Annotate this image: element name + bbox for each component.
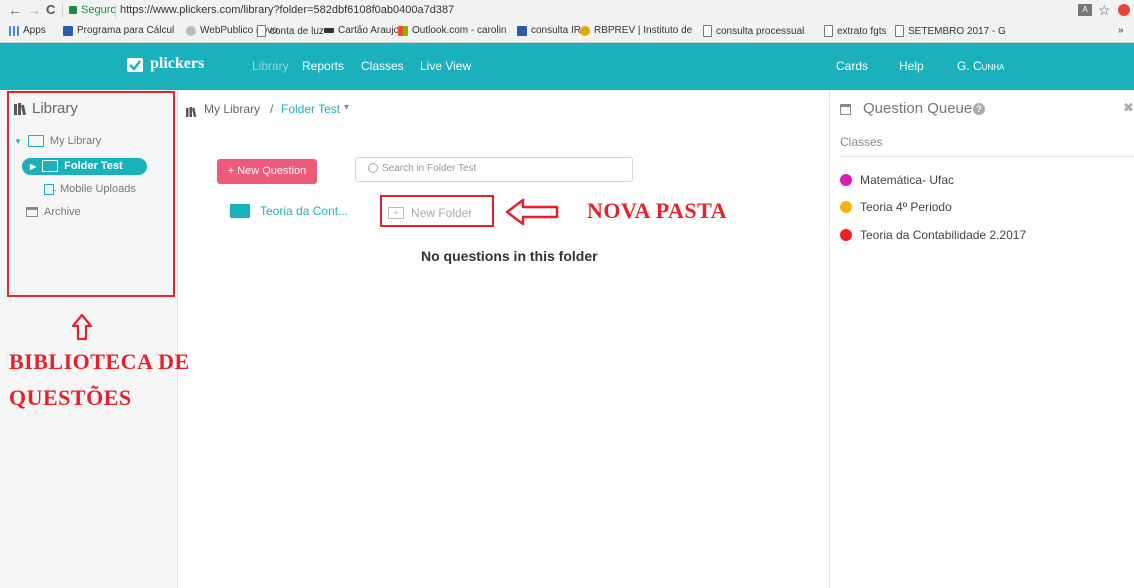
- bookmark-outlook[interactable]: Outlook.com - carolin: [398, 25, 506, 36]
- app-header: plickers Library Reports Classes Live Vi…: [0, 43, 1134, 90]
- site-favicon-icon: [580, 25, 590, 36]
- nav-classes[interactable]: Classes: [361, 59, 404, 73]
- url-field[interactable]: https://www.plickers.com/library?folder=…: [120, 4, 454, 16]
- secure-divider: [115, 4, 116, 17]
- help-icon[interactable]: ?: [973, 103, 985, 115]
- queue-section-title: Classes: [840, 135, 883, 149]
- breadcrumb-root[interactable]: My Library: [204, 102, 260, 116]
- page-icon: [703, 25, 712, 37]
- annotation-arrow-left-icon: [505, 198, 559, 226]
- browser-address-bar: ← → C Seguro https://www.plickers.com/li…: [0, 0, 1134, 23]
- question-queue-panel: Question Queue ? ✖ Classes Matemática- U…: [829, 90, 1134, 588]
- search-placeholder: Search in Folder Test: [382, 163, 477, 174]
- nav-library[interactable]: Library: [252, 59, 289, 73]
- bookmark-conta-de-luz[interactable]: conta de luz: [257, 25, 324, 37]
- nav-help[interactable]: Help: [899, 59, 924, 73]
- globe-icon: [186, 25, 196, 36]
- site-favicon-icon: [63, 25, 73, 36]
- empty-folder-message: No questions in this folder: [421, 248, 598, 264]
- bookmark-label: Programa para Cálcul: [77, 25, 175, 36]
- page-icon: [895, 25, 904, 37]
- bookmark-label: conta de luz: [270, 25, 324, 37]
- secure-label: Seguro: [81, 4, 117, 16]
- class-item[interactable]: Matemática- Ufac: [840, 173, 954, 187]
- library-main: My Library / Folder Test ▾ + New Questio…: [178, 90, 829, 588]
- class-color-dot: [840, 201, 852, 213]
- extension-icon[interactable]: [1118, 4, 1130, 16]
- bookmark-label: consulta IR: [531, 25, 582, 36]
- bookmark-setembro-2017[interactable]: SETEMBRO 2017 - G: [895, 25, 1006, 37]
- class-item[interactable]: Teoria 4º Periodo: [840, 200, 952, 214]
- lock-icon: [69, 6, 77, 14]
- bookmark-label: Apps: [23, 25, 46, 36]
- close-icon[interactable]: ✖: [1123, 100, 1134, 116]
- class-name: Matemática- Ufac: [860, 173, 955, 187]
- class-name: Teoria da Contabilidade 2.2017: [860, 228, 1027, 242]
- queue-divider: [840, 156, 1134, 157]
- breadcrumb-current[interactable]: Folder Test: [281, 102, 340, 116]
- class-item[interactable]: Teoria da Contabilidade 2.2017: [840, 228, 1026, 242]
- site-favicon-icon: [517, 25, 527, 36]
- class-color-dot: [840, 174, 852, 186]
- folder-name: Teoria da Cont...: [260, 204, 349, 218]
- microsoft-icon: [398, 25, 408, 36]
- bookmark-rbprev[interactable]: RBPREV | Instituto de: [580, 25, 692, 36]
- bookmark-consulta-processual[interactable]: consulta processual: [703, 25, 804, 37]
- chevron-down-icon[interactable]: ▾: [344, 102, 349, 113]
- bookmark-consulta-ir[interactable]: consulta IR: [517, 25, 581, 36]
- reload-icon[interactable]: C: [46, 2, 55, 17]
- library-highlight-box: [7, 91, 175, 297]
- annotation-biblioteca-line1: BIBLIOTECA DE: [9, 349, 190, 374]
- nav-reports[interactable]: Reports: [302, 59, 344, 73]
- annotation-arrow-up-icon: [71, 313, 93, 341]
- page-icon: [257, 25, 266, 37]
- bookmark-label: Outlook.com - carolin: [412, 25, 507, 36]
- bookmark-label: Cartão Araujo: [338, 25, 400, 36]
- bookmark-cartao-araujo[interactable]: Cartão Araujo: [324, 25, 399, 36]
- search-input[interactable]: Search in Folder Test: [355, 157, 633, 182]
- bookmark-label: consulta processual: [716, 25, 805, 37]
- nav-cards[interactable]: Cards: [836, 59, 868, 73]
- folder-item[interactable]: Teoria da Cont...: [230, 204, 348, 218]
- address-divider: [62, 4, 63, 18]
- new-folder-highlight-box: [380, 195, 494, 227]
- nav-live-view[interactable]: Live View: [420, 59, 471, 73]
- user-menu[interactable]: G. Cunha: [957, 59, 1004, 73]
- folder-icon: [230, 204, 250, 218]
- new-question-button[interactable]: + New Question: [217, 159, 317, 184]
- bookmark-apps[interactable]: Apps: [9, 25, 46, 36]
- bookmark-extrato-fgts[interactable]: extrato fgts: [824, 25, 886, 37]
- calendar-icon: [840, 104, 851, 115]
- translate-icon[interactable]: A: [1078, 4, 1092, 16]
- library-books-icon: [186, 104, 198, 118]
- class-color-dot: [840, 229, 852, 241]
- class-name: Teoria 4º Periodo: [860, 200, 952, 214]
- breadcrumb-separator: /: [270, 102, 274, 116]
- forward-icon[interactable]: →: [27, 2, 41, 18]
- search-icon: [368, 163, 378, 173]
- annotation-nova-pasta: NOVA PASTA: [587, 198, 728, 223]
- star-icon[interactable]: ☆: [1098, 2, 1111, 19]
- bookmark-programa-calculo[interactable]: Programa para Cálcul: [63, 25, 174, 36]
- apps-grid-icon: [9, 25, 19, 36]
- bookmark-label: RBPREV | Instituto de: [594, 25, 693, 36]
- back-icon[interactable]: ←: [8, 2, 22, 18]
- card-icon: [324, 28, 334, 33]
- page-icon: [824, 25, 833, 37]
- plickers-logo-icon: [127, 58, 143, 72]
- plickers-logo[interactable]: plickers: [150, 55, 204, 73]
- bookmarks-bar: Apps Programa para Cálcul WebPublico nov…: [0, 22, 1134, 43]
- more-bookmarks-icon[interactable]: »: [1118, 25, 1124, 36]
- annotation-biblioteca-line2: QUESTÕES: [9, 385, 132, 410]
- bookmark-label: extrato fgts: [837, 25, 887, 37]
- bookmark-label: SETEMBRO 2017 - G: [908, 25, 1006, 37]
- queue-title: Question Queue: [863, 100, 973, 117]
